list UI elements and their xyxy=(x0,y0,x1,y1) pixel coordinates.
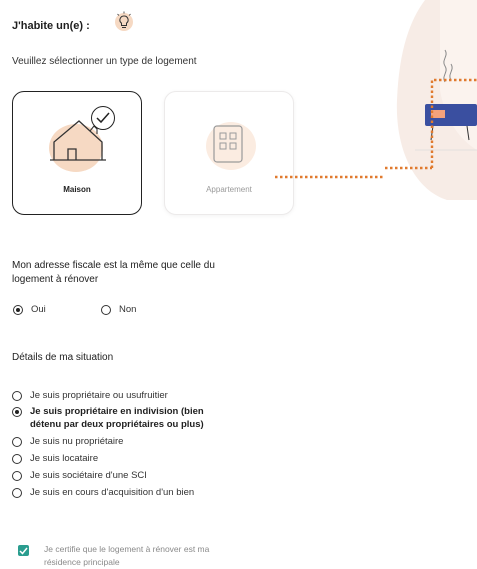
radio-label: Je suis nu propriétaire xyxy=(30,436,124,447)
radio-selected-icon[interactable] xyxy=(13,304,23,315)
lightbulb-icon xyxy=(113,10,135,34)
situation-option-indivision[interactable]: Je suis propriétaire en indivision (bien… xyxy=(12,405,204,431)
radio-selected-icon[interactable] xyxy=(12,407,22,417)
situation-option-proprietaire[interactable]: Je suis propriétaire ou usufruitier xyxy=(12,390,168,401)
fiscal-address-question: Mon adresse fiscale est la même que cell… xyxy=(12,259,215,287)
room-illustration xyxy=(275,0,477,200)
situation-option-nu-proprietaire[interactable]: Je suis nu propriétaire xyxy=(12,436,123,447)
housing-card-appartement[interactable]: Appartement xyxy=(164,91,294,215)
certify-checkbox[interactable] xyxy=(18,545,29,556)
certify-line: Je certifie que le logement à rénover es… xyxy=(44,544,210,554)
situation-option-locataire[interactable]: Je suis locataire xyxy=(12,453,98,464)
radio-empty-icon[interactable] xyxy=(12,470,22,481)
question-line: Mon adresse fiscale est la même que cell… xyxy=(12,260,215,271)
checkmark-icon xyxy=(19,547,28,555)
checkmark-icon xyxy=(91,106,115,130)
dotted-connector-line xyxy=(275,166,385,179)
apartment-icon xyxy=(203,112,259,172)
radio-label: Je suis en cours d'acquisition d'un bien xyxy=(30,487,195,498)
radio-empty-icon[interactable] xyxy=(12,390,22,401)
housing-card-maison[interactable]: Maison xyxy=(12,91,142,215)
radio-label-block: Je suis propriétaire en indivision (bien… xyxy=(30,405,204,431)
page-subtitle: Veuillez sélectionner un type de logemen… xyxy=(12,56,197,67)
radio-oui[interactable]: Oui xyxy=(13,304,46,315)
certify-line: résidence principale xyxy=(44,557,120,567)
certify-text: Je certifie que le logement à rénover es… xyxy=(44,543,209,569)
radio-label: Oui xyxy=(31,304,46,315)
situation-option-acquisition[interactable]: Je suis en cours d'acquisition d'un bien xyxy=(12,487,194,498)
radio-label: Je suis sociétaire d'une SCI xyxy=(30,470,147,481)
radio-label: Non xyxy=(119,304,137,315)
radio-empty-icon[interactable] xyxy=(12,436,22,447)
radio-empty-icon[interactable] xyxy=(101,304,111,315)
page-title: J'habite un(e) : xyxy=(12,20,90,32)
radio-label: Je suis propriétaire en indivision (bien xyxy=(30,406,204,417)
radio-label: Je suis locataire xyxy=(30,453,99,464)
radio-label: détenu par deux propriétaires ou plus) xyxy=(30,419,204,430)
housing-card-label: Appartement xyxy=(206,185,252,194)
housing-card-label: Maison xyxy=(63,185,91,194)
situation-option-sci[interactable]: Je suis sociétaire d'une SCI xyxy=(12,470,147,481)
situation-heading: Détails de ma situation xyxy=(12,352,114,363)
radio-non[interactable]: Non xyxy=(101,304,136,315)
radio-empty-icon[interactable] xyxy=(12,453,22,464)
radio-label: Je suis propriétaire ou usufruitier xyxy=(30,390,168,401)
question-line: logement à rénover xyxy=(12,274,99,285)
radio-empty-icon[interactable] xyxy=(12,487,22,498)
